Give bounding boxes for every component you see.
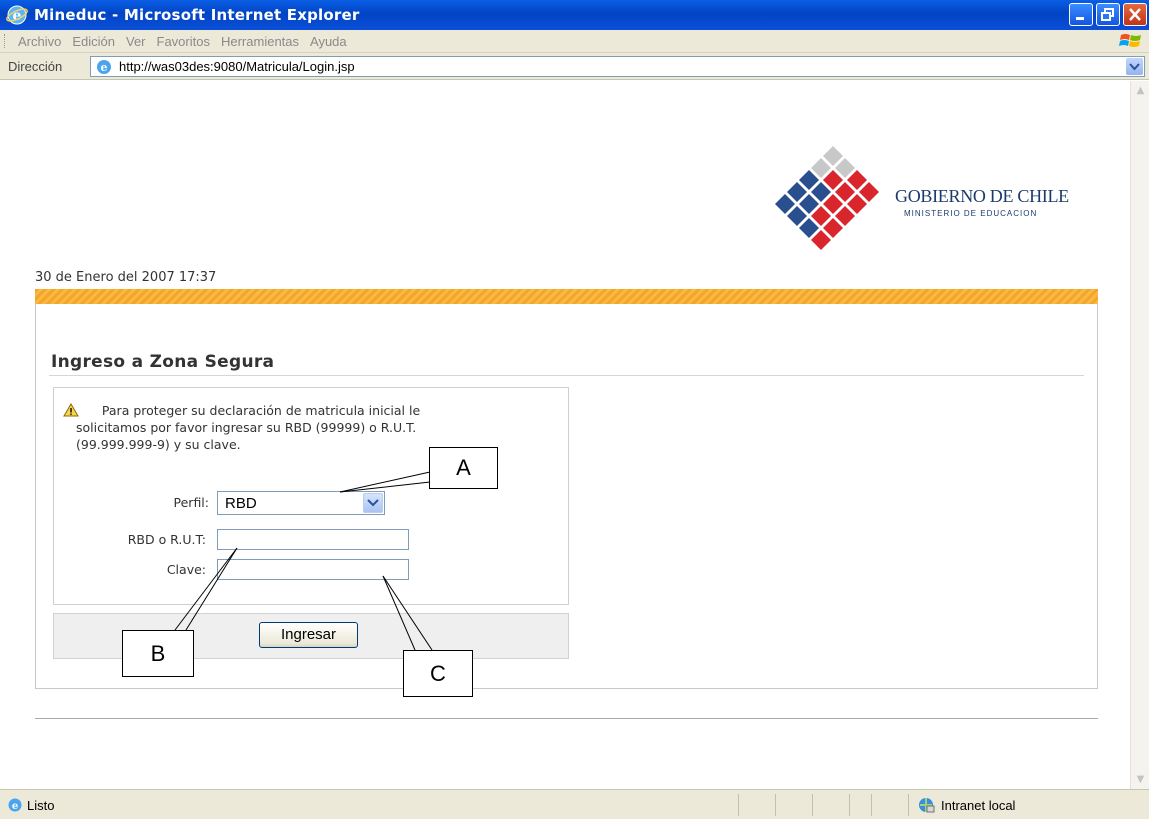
status-separator xyxy=(812,794,813,816)
close-icon xyxy=(1129,8,1141,21)
status-separator xyxy=(871,794,872,816)
scroll-down-icon[interactable]: ▼ xyxy=(1133,772,1148,787)
page-content: GOBIERNO DE CHILE MINISTERIO DE EDUCACIO… xyxy=(0,81,1130,789)
logo-title: GOBIERNO DE CHILE xyxy=(895,186,1069,206)
perfil-selected-value: RBD xyxy=(225,495,257,512)
intranet-zone-icon xyxy=(919,798,935,813)
rut-input[interactable] xyxy=(217,529,409,550)
menu-ayuda[interactable]: Ayuda xyxy=(310,34,347,49)
scroll-up-icon[interactable]: ▲ xyxy=(1133,83,1148,98)
clave-label: Clave: xyxy=(166,562,206,577)
status-separator xyxy=(908,794,909,816)
address-label: Dirección xyxy=(8,58,63,74)
current-datetime: 30 de Enero del 2007 17:37 xyxy=(35,270,217,285)
login-notice: Para proteger su declaración de matricul… xyxy=(76,402,546,453)
security-zone-text: Intranet local xyxy=(941,798,1016,813)
minimize-icon xyxy=(1076,17,1084,20)
notice-line-2: solicitamos por favor ingresar su RBD (9… xyxy=(76,420,417,435)
title-bar: e Mineduc - Microsoft Internet Explorer xyxy=(0,0,1149,30)
status-separator xyxy=(738,794,739,816)
address-bar: Dirección e http://was03des:9080/Matricu… xyxy=(0,53,1149,80)
menu-archivo[interactable]: Archivo xyxy=(18,34,61,49)
menu-edicion[interactable]: Edición xyxy=(72,34,115,49)
clave-input[interactable] xyxy=(217,559,409,580)
menu-herramientas[interactable]: Herramientas xyxy=(221,34,299,49)
perfil-dropdown-button[interactable] xyxy=(363,493,383,513)
restore-icon xyxy=(1101,8,1114,21)
callout-c: C xyxy=(403,650,473,697)
toolbar-grip[interactable] xyxy=(4,34,7,48)
callout-a: A xyxy=(429,447,498,489)
status-separator xyxy=(849,794,850,816)
header-band xyxy=(35,289,1098,304)
perfil-label: Perfil: xyxy=(173,495,209,510)
status-separator xyxy=(775,794,776,816)
chevron-down-icon xyxy=(1129,63,1140,71)
login-title: Ingreso a Zona Segura xyxy=(51,352,275,372)
login-panel: Ingreso a Zona Segura Para proteger su d… xyxy=(35,304,1098,689)
rut-label: RBD o R.U.T: xyxy=(127,532,206,547)
chevron-down-icon xyxy=(367,499,379,507)
address-dropdown-button[interactable] xyxy=(1126,58,1143,75)
menu-favoritos[interactable]: Favoritos xyxy=(157,34,210,49)
login-form: Para proteger su declaración de matricul… xyxy=(53,387,569,605)
menu-bar: Archivo Edición Ver Favoritos Herramient… xyxy=(0,30,1149,53)
ie-page-icon: e xyxy=(8,798,22,812)
vertical-scrollbar[interactable]: ▲ ▼ xyxy=(1130,81,1149,789)
minimize-button[interactable] xyxy=(1069,3,1093,26)
window-title: Mineduc - Microsoft Internet Explorer xyxy=(34,6,360,24)
menu-ver[interactable]: Ver xyxy=(126,34,146,49)
windows-logo-icon xyxy=(1119,34,1141,47)
ie-icon: e xyxy=(6,5,28,25)
close-button[interactable] xyxy=(1123,3,1147,26)
svg-text:e: e xyxy=(101,61,108,74)
page-icon: e xyxy=(97,59,111,74)
logo-subtitle: MINISTERIO DE EDUCACION xyxy=(904,209,1038,218)
perfil-select[interactable]: RBD xyxy=(217,491,385,515)
footer-divider xyxy=(35,718,1098,719)
ingresar-button[interactable]: Ingresar xyxy=(259,622,358,648)
status-text: Listo xyxy=(27,798,55,813)
address-input[interactable]: e http://was03des:9080/Matricula/Login.j… xyxy=(90,56,1145,77)
restore-button[interactable] xyxy=(1096,3,1120,26)
address-url: http://was03des:9080/Matricula/Login.jsp xyxy=(119,59,355,74)
status-bar: e Listo Intranet local xyxy=(0,789,1149,819)
title-divider xyxy=(49,375,1084,376)
callout-b: B xyxy=(122,630,194,677)
svg-text:e: e xyxy=(12,801,18,812)
notice-line-1: Para proteger su declaración de matricul… xyxy=(101,403,421,418)
